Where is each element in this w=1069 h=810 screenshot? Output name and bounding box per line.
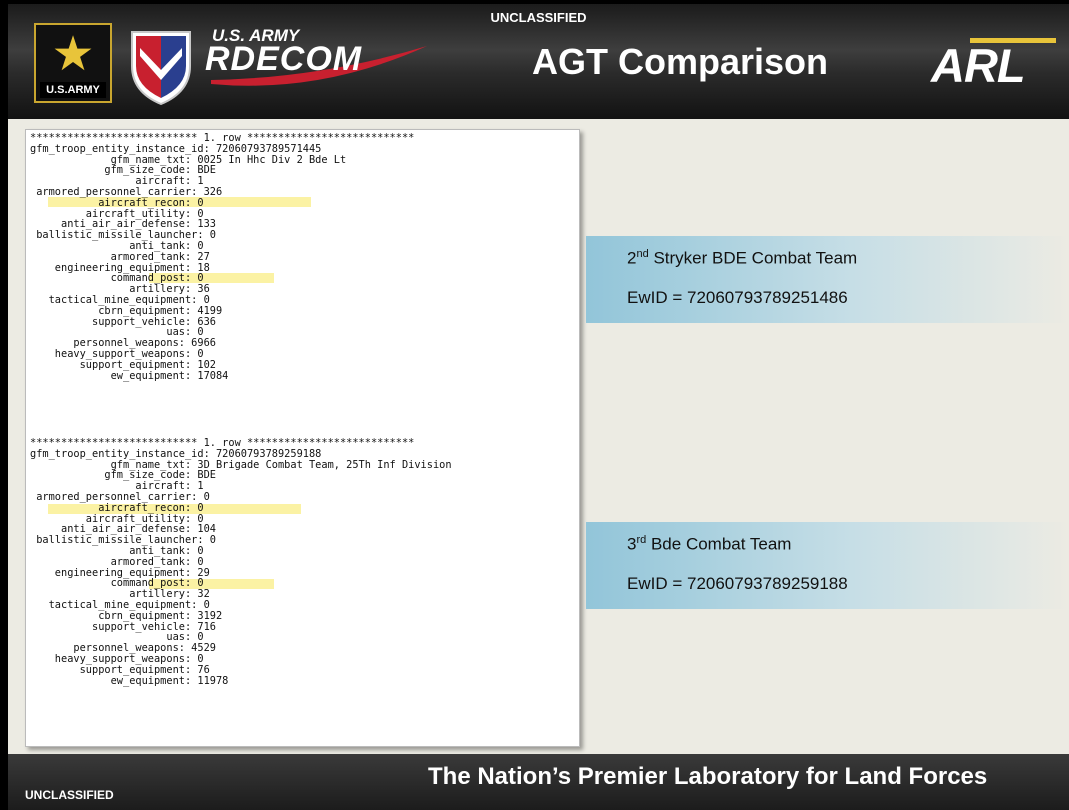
query-output-panel: *************************** 1. row *****… [25,129,580,747]
team-callout-1: 2nd Stryker BDE Combat Team EwID = 72060… [586,236,1069,323]
rdecom-logo: RDECOM [205,40,363,78]
army-star-icon: ★ [51,28,95,81]
header-banner: UNCLASSIFIED ★ U.S.ARMY U.S. ARMY RDECOM… [8,4,1069,119]
army-logo-text: U.S.ARMY [40,82,106,98]
footer-tagline: The Nation’s Premier Laboratory for Land… [428,763,988,790]
team-1-name: 2nd Stryker BDE Combat Team [627,248,858,268]
page-title: AGT Comparison [532,41,829,82]
record-1-text: *************************** 1. row *****… [30,132,415,382]
arl-logo: ARL [931,39,1026,92]
rdecom-shield-icon [131,31,191,106]
us-army-logo: ★ U.S.ARMY [34,23,112,103]
team-callout-2: 3rd Bde Combat Team EwID = 7206079378925… [586,522,1069,609]
classification-bottom: UNCLASSIFIED [25,788,114,802]
record-2-text: *************************** 1. row *****… [30,437,452,687]
classification-top: UNCLASSIFIED [490,10,587,25]
team-2-name: 3rd Bde Combat Team [627,534,792,554]
slide: UNCLASSIFIED ★ U.S.ARMY U.S. ARMY RDECOM… [8,4,1069,810]
team-1-ewid: EwID = 72060793789251486 [627,288,848,307]
team-2-ewid: EwID = 72060793789259188 [627,574,848,593]
